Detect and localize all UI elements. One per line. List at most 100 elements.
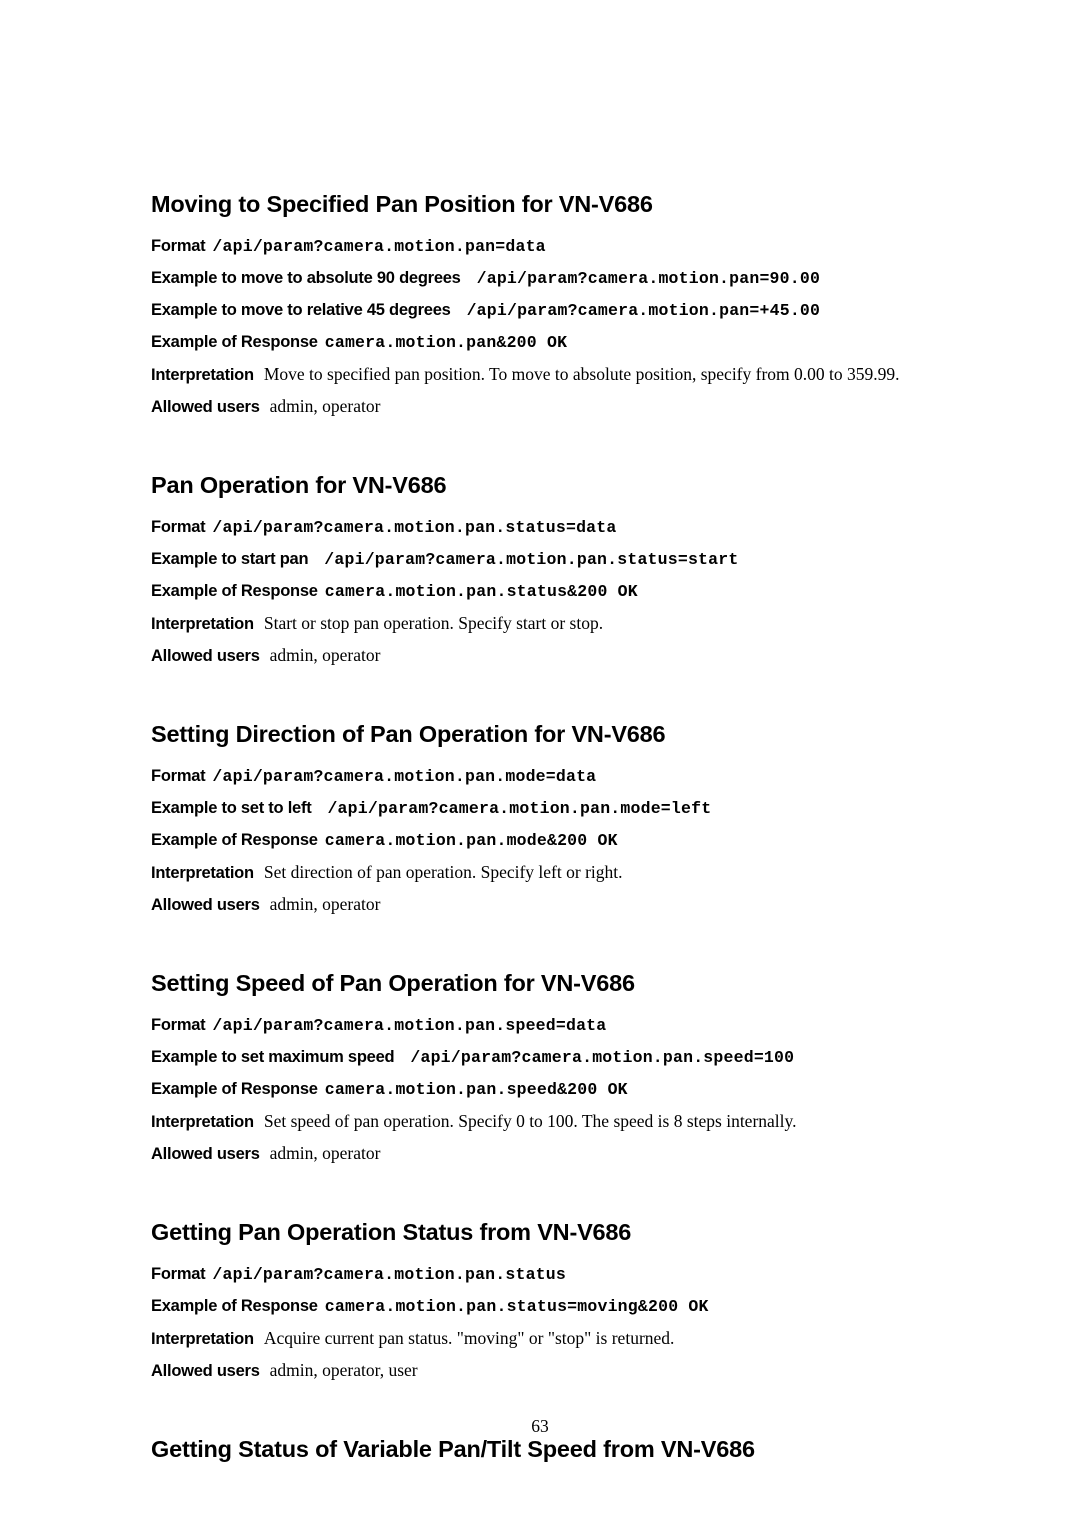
spec-row-value-text: admin, operator, user bbox=[269, 1360, 418, 1380]
spec-row: Format/api/param?camera.motion.pan.statu… bbox=[151, 1258, 930, 1290]
spec-row: Example to move to absolute 90 degrees/a… bbox=[151, 262, 930, 294]
spec-row: Example to move to relative 45 degrees/a… bbox=[151, 294, 930, 326]
spec-row-label: Format bbox=[151, 1265, 206, 1283]
spec-row-value-text: Acquire current pan status. "moving" or … bbox=[263, 1328, 675, 1348]
section-heading: Getting Status of Variable Pan/Tilt Spee… bbox=[151, 1436, 755, 1462]
spec-row: Example of Response camera.motion.pan.spe… bbox=[151, 1073, 930, 1105]
spec-row-label: Example to start pan bbox=[151, 550, 309, 568]
api-command-section: Getting Status of Variable Pan/Tilt Spee… bbox=[151, 1435, 930, 1463]
spec-row-label: Format bbox=[151, 237, 206, 255]
api-command-section: Moving to Specified Pan Position for VN-… bbox=[151, 190, 930, 422]
spec-row-value-code: /api/param?camera.motion.pan.status=star… bbox=[324, 550, 739, 569]
spec-row-value-code: camera.motion.pan.status=moving&200 OK bbox=[324, 1297, 709, 1316]
spec-row-label: Format bbox=[151, 1016, 206, 1034]
page-number: 63 bbox=[531, 1416, 549, 1436]
spec-row: Example of Response camera.motion.pan.sta… bbox=[151, 1290, 930, 1322]
spec-row-value-code: /api/param?camera.motion.pan.mode=left bbox=[327, 799, 712, 818]
spec-row-value-text: Move to specified pan position. To move … bbox=[263, 364, 900, 384]
spec-row-value-code: /api/param?camera.motion.pan=90.00 bbox=[476, 269, 821, 288]
spec-row-value-text: admin, operator bbox=[269, 894, 381, 914]
spec-row-label: Format bbox=[151, 767, 206, 785]
spec-row: Interpretation Acquire current pan status… bbox=[151, 1322, 930, 1354]
api-command-section: Setting Direction of Pan Operation for V… bbox=[151, 720, 930, 920]
spec-row-value-code: camera.motion.pan.mode&200 OK bbox=[324, 831, 618, 850]
spec-row-label: Example of Response bbox=[151, 831, 318, 849]
spec-row: Allowed users admin, operator bbox=[151, 390, 930, 422]
spec-row-label: Allowed users bbox=[151, 1362, 260, 1380]
spec-row: Example to start pan/api/param?camera.mo… bbox=[151, 543, 930, 575]
api-command-section: Pan Operation for VN-V686 Format/api/para… bbox=[151, 471, 930, 671]
spec-row-label: Example of Response bbox=[151, 582, 318, 600]
spec-row-value-code: /api/param?camera.motion.pan.mode=data bbox=[212, 767, 597, 786]
spec-row: Interpretation Set speed of pan operation… bbox=[151, 1105, 930, 1137]
spec-row: Allowed users admin, operator bbox=[151, 1137, 930, 1169]
spec-row: Example of Response camera.motion.pan&200… bbox=[151, 326, 930, 358]
section-heading: Moving to Specified Pan Position for VN-… bbox=[151, 191, 653, 217]
spec-row: Interpretation Set direction of pan opera… bbox=[151, 856, 930, 888]
spec-row: Example of Response camera.motion.pan.sta… bbox=[151, 575, 930, 607]
sections-container: Moving to Specified Pan Position for VN-… bbox=[151, 190, 930, 1463]
spec-row-value-code: /api/param?camera.motion.pan.status bbox=[212, 1265, 566, 1284]
spec-row-label: Example of Response bbox=[151, 1297, 318, 1315]
spec-row-label: Interpretation bbox=[151, 1330, 254, 1348]
spec-row-label: Example to set maximum speed bbox=[151, 1048, 395, 1066]
spec-row: Format/api/param?camera.motion.pan.speed… bbox=[151, 1009, 930, 1041]
spec-row: Format/api/param?camera.motion.pan.statu… bbox=[151, 511, 930, 543]
section-heading: Setting Speed of Pan Operation for VN-V6… bbox=[151, 970, 635, 996]
spec-row-label: Interpretation bbox=[151, 615, 254, 633]
spec-row-value-text: Start or stop pan operation. Specify sta… bbox=[263, 613, 604, 633]
spec-row-label: Example of Response bbox=[151, 1080, 318, 1098]
spec-row: Allowed users admin, operator bbox=[151, 888, 930, 920]
spec-row-label: Interpretation bbox=[151, 366, 254, 384]
spec-row: Example of Response camera.motion.pan.mod… bbox=[151, 824, 930, 856]
spec-row-value-code: /api/param?camera.motion.pan=+45.00 bbox=[466, 301, 821, 320]
spec-row-label: Allowed users bbox=[151, 1145, 260, 1163]
spec-row-value-code: /api/param?camera.motion.pan.speed=data bbox=[212, 1016, 607, 1035]
spec-row-value-code: camera.motion.pan.status&200 OK bbox=[324, 582, 638, 601]
spec-row-value-code: camera.motion.pan.speed&200 OK bbox=[324, 1080, 628, 1099]
api-command-section: Getting Pan Operation Status from VN-V68… bbox=[151, 1218, 930, 1386]
spec-row: Interpretation Move to specified pan posi… bbox=[151, 358, 930, 390]
spec-row-label: Format bbox=[151, 518, 206, 536]
spec-row-value-text: admin, operator bbox=[269, 645, 381, 665]
spec-row-value-text: Set speed of pan operation. Specify 0 to… bbox=[263, 1111, 797, 1131]
spec-row: Interpretation Start or stop pan operatio… bbox=[151, 607, 930, 639]
spec-row-label: Example to set to left bbox=[151, 799, 312, 817]
spec-row-value-code: camera.motion.pan&200 OK bbox=[324, 333, 568, 352]
spec-row-value-code: /api/param?camera.motion.pan=data bbox=[212, 237, 546, 256]
spec-row-value-text: admin, operator bbox=[269, 1143, 381, 1163]
spec-row: Allowed users admin, operator bbox=[151, 639, 930, 671]
spec-row-label: Example to move to relative 45 degrees bbox=[151, 301, 451, 319]
spec-row: Allowed users admin, operator, user bbox=[151, 1354, 930, 1386]
spec-row-value-code: /api/param?camera.motion.pan.status=data bbox=[212, 518, 617, 537]
spec-row-label: Allowed users bbox=[151, 398, 260, 416]
spec-row: Format/api/param?camera.motion.pan=data bbox=[151, 230, 930, 262]
spec-row: Format/api/param?camera.motion.pan.mode=… bbox=[151, 760, 930, 792]
spec-row-value-text: Set direction of pan operation. Specify … bbox=[263, 862, 623, 882]
spec-row-label: Interpretation bbox=[151, 1113, 254, 1131]
spec-row-label: Allowed users bbox=[151, 647, 260, 665]
spec-row-value-text: admin, operator bbox=[269, 396, 381, 416]
spec-row-label: Interpretation bbox=[151, 864, 254, 882]
spec-row-label: Example to move to absolute 90 degrees bbox=[151, 269, 461, 287]
